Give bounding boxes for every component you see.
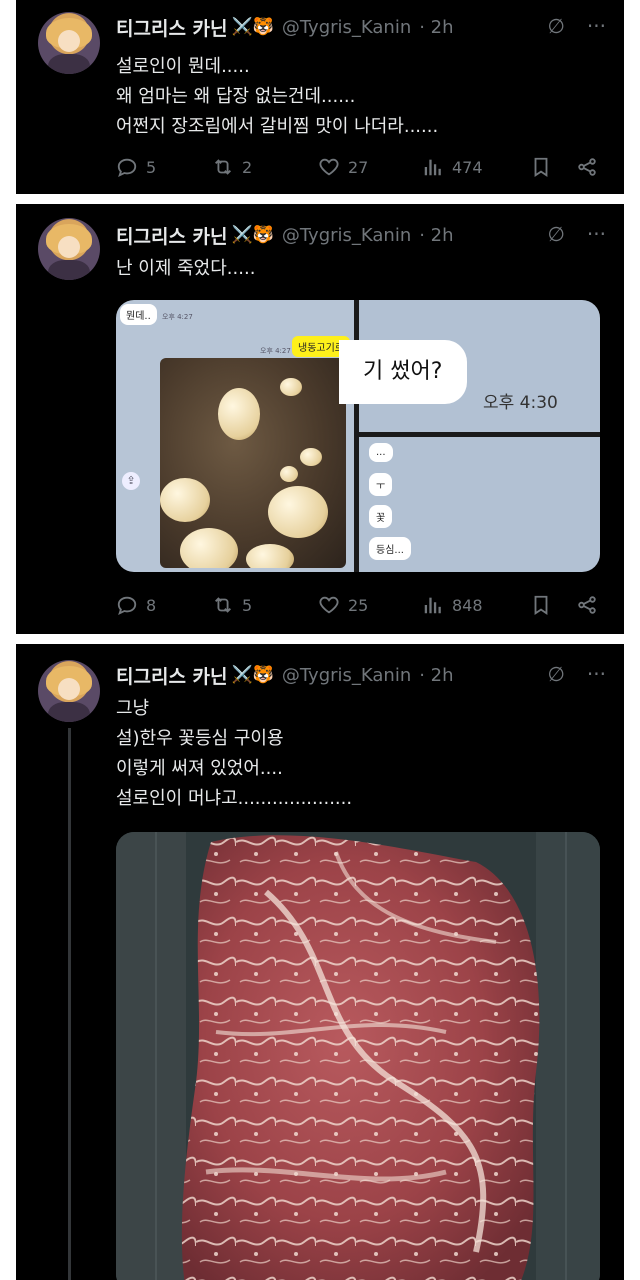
tweet-header: 티그리스 카닌 ⚔️🐯 @Tygris_Kanin · 2h	[116, 12, 454, 42]
share-icon[interactable]: ⇪	[122, 472, 140, 490]
tweet-media-collage[interactable]: 뭔데.. 오후 4:27 냉동고기로 오후 4:27 ⇪ 기 썼어? 오후 4:…	[116, 300, 600, 572]
avatar[interactable]	[38, 660, 100, 722]
tweet-line: 왜 엄마는 왜 답장 없는건데......	[116, 86, 356, 107]
reply-icon	[117, 158, 137, 178]
more-icon[interactable]: ···	[587, 14, 606, 38]
action-bar: 5 2 27 474	[116, 156, 598, 178]
tweet-line: 난 이제 죽었다.....	[116, 258, 256, 279]
grok-icon[interactable]: ∅	[548, 222, 565, 246]
grok-icon[interactable]: ∅	[548, 14, 565, 38]
timestamp[interactable]: · 2h	[419, 225, 453, 246]
chat-time: 오후 4:27	[162, 313, 193, 321]
chat-screenshot-bottom-right[interactable]: ... ㅜ 꽃 등심...	[359, 437, 600, 572]
chat-bubble: 꽃	[369, 505, 393, 528]
display-name[interactable]: 티그리스 카닌	[116, 14, 228, 41]
views-icon	[424, 159, 441, 176]
reply-count: 5	[146, 157, 157, 177]
chat-time: 오후 4:30	[483, 393, 558, 413]
retweet-icon	[215, 597, 231, 613]
more-icon[interactable]: ···	[587, 662, 606, 686]
tweet-3[interactable]: 티그리스 카닌 ⚔️🐯 @Tygris_Kanin · 2h ∅ ··· 그냥 …	[16, 644, 624, 1280]
avatar[interactable]	[38, 12, 100, 74]
tweet-header: 티그리스 카닌 ⚔️🐯 @Tygris_Kanin · 2h	[116, 660, 454, 690]
avatar[interactable]	[38, 218, 100, 280]
views-count: 848	[452, 595, 483, 615]
name-emoji: ⚔️🐯	[231, 225, 274, 245]
display-name[interactable]: 티그리스 카닌	[116, 222, 228, 249]
views-icon	[424, 597, 441, 614]
chat-screenshot-left[interactable]: 뭔데.. 오후 4:27 냉동고기로 오후 4:27 ⇪	[116, 300, 354, 572]
like-count: 25	[348, 595, 369, 615]
chat-bubble: ...	[369, 443, 393, 462]
name-emoji: ⚔️🐯	[231, 665, 274, 685]
tweet-line: 어쩐지 장조림에서 갈비찜 맛이 나더라......	[116, 116, 439, 137]
tweet-line: 이렇게 써져 있었어....	[116, 758, 283, 779]
user-handle[interactable]: @Tygris_Kanin	[282, 225, 411, 246]
thread-line	[68, 728, 71, 1280]
views-button[interactable]: 474	[422, 156, 518, 178]
chat-screenshot-top-right[interactable]: 기 썼어? 오후 4:30	[339, 300, 600, 432]
more-icon[interactable]: ···	[587, 222, 606, 246]
timestamp[interactable]: · 2h	[419, 17, 453, 38]
retweet-count: 2	[242, 157, 253, 177]
tweet-text: 난 이제 죽었다.....	[116, 254, 255, 284]
heart-icon	[319, 158, 339, 176]
reply-button[interactable]: 8	[116, 594, 212, 616]
share-icon[interactable]	[576, 156, 598, 178]
views-button[interactable]: 848	[422, 594, 518, 616]
chat-time: 오후 4:27	[260, 347, 291, 355]
timestamp[interactable]: · 2h	[419, 665, 453, 686]
reply-button[interactable]: 5	[116, 156, 212, 178]
tweet-2[interactable]: 티그리스 카닌 ⚔️🐯 @Tygris_Kanin · 2h ∅ ··· 난 이…	[16, 204, 624, 634]
views-count: 474	[452, 157, 483, 177]
user-handle[interactable]: @Tygris_Kanin	[282, 665, 411, 686]
user-handle[interactable]: @Tygris_Kanin	[282, 17, 411, 38]
tweet-text: 설로인이 뭔데..... 왜 엄마는 왜 답장 없는건데...... 어쩐지 장…	[116, 52, 438, 142]
tweet-1[interactable]: 티그리스 카닌 ⚔️🐯 @Tygris_Kanin · 2h ∅ ··· 설로인…	[16, 0, 624, 194]
braised-meat-photo	[160, 358, 346, 568]
heart-icon	[319, 596, 339, 614]
like-count: 27	[348, 157, 369, 177]
name-emoji: ⚔️🐯	[231, 17, 274, 37]
tweet-line: 설로인이 머냐고....................	[116, 788, 353, 809]
reply-count: 8	[146, 595, 157, 615]
tweet-line: 설로인이 뭔데.....	[116, 56, 250, 77]
chat-bubble: 뭔데..	[120, 304, 157, 325]
share-icon[interactable]	[576, 594, 598, 616]
bookmark-icon[interactable]	[530, 594, 552, 616]
retweet-count: 5	[242, 595, 253, 615]
retweet-icon	[215, 159, 231, 175]
action-bar: 8 5 25 848	[116, 594, 598, 616]
marbled-beef-photo[interactable]	[116, 832, 600, 1280]
tweet-line: 설)한우 꽃등심 구이용	[116, 728, 284, 749]
tweet-text: 그냥 설)한우 꽃등심 구이용 이렇게 써져 있었어.... 설로인이 머냐고.…	[116, 694, 352, 814]
display-name[interactable]: 티그리스 카닌	[116, 662, 228, 689]
like-button[interactable]: 25	[318, 594, 422, 616]
retweet-button[interactable]: 2	[212, 156, 318, 178]
grok-icon[interactable]: ∅	[548, 662, 565, 686]
chat-bubble: 등심...	[369, 537, 411, 560]
chat-bubble: ㅜ	[369, 473, 393, 496]
reply-icon	[117, 596, 137, 616]
tweet-line: 그냥	[116, 698, 150, 719]
chat-bubble: 기 썼어?	[339, 340, 467, 404]
retweet-button[interactable]: 5	[212, 594, 318, 616]
like-button[interactable]: 27	[318, 156, 422, 178]
bookmark-icon[interactable]	[530, 156, 552, 178]
tweet-header: 티그리스 카닌 ⚔️🐯 @Tygris_Kanin · 2h	[116, 220, 454, 250]
